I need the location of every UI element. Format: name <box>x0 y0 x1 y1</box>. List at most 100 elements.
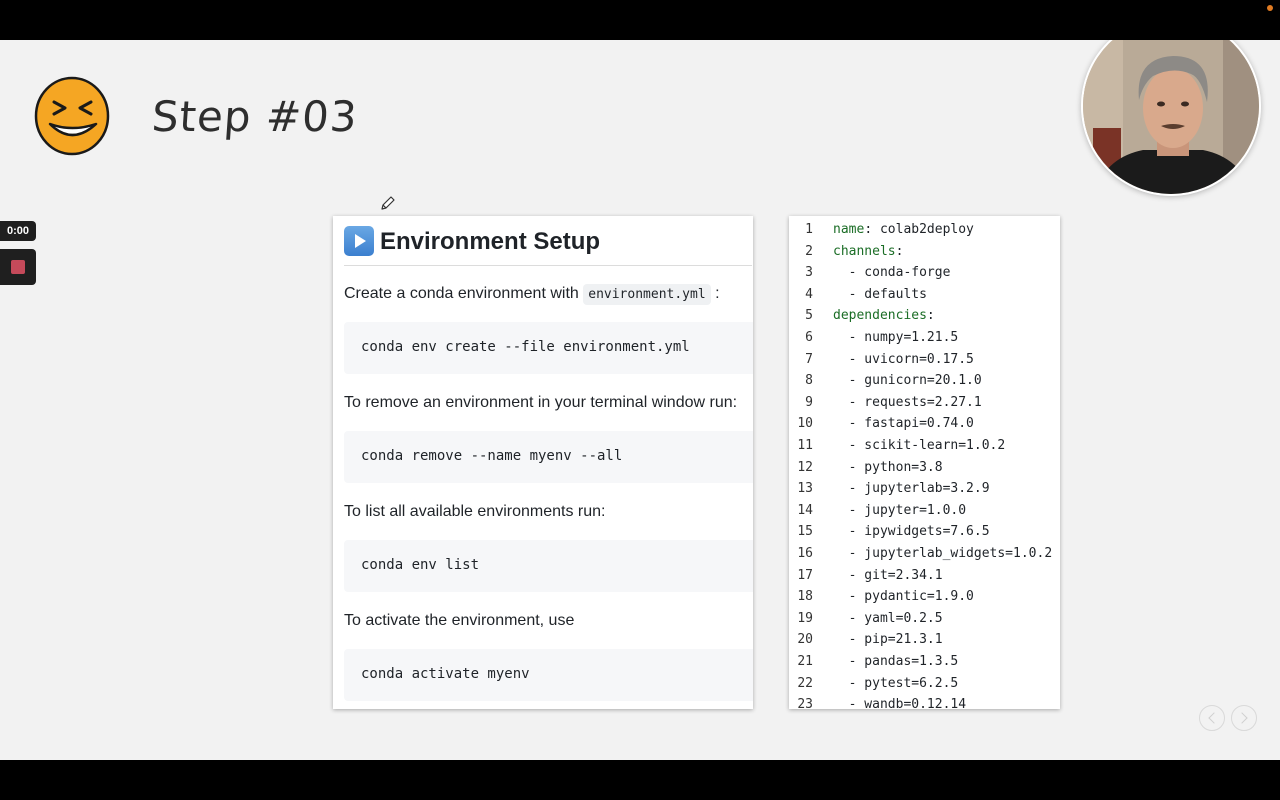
line-number: 18 <box>797 589 813 605</box>
recording-timer: 0:00 <box>0 221 36 241</box>
line-text: - git=2.34.1 <box>833 565 943 587</box>
environment-setup-card: Environment Setup Create a conda environ… <box>333 216 753 709</box>
line-text: channels: <box>833 241 903 263</box>
yaml-value: - jupyter=1.0.0 <box>833 502 967 518</box>
pencil-cursor-icon <box>381 196 395 210</box>
line-number: 10 <box>797 416 813 432</box>
yaml-value: - yaml=0.2.5 <box>833 610 943 626</box>
line-text: - pydantic=1.9.0 <box>833 586 974 608</box>
stop-record-button[interactable] <box>0 249 36 285</box>
yaml-value: - uvicorn=0.17.5 <box>833 351 974 367</box>
line-number: 19 <box>797 610 813 626</box>
bottom-bar <box>0 760 1280 800</box>
yaml-value: colab2deploy <box>879 222 974 237</box>
yaml-key: dependencies <box>833 308 927 324</box>
line-text: - pandas=1.3.5 <box>833 651 959 673</box>
code-block-remove[interactable]: conda remove --name myenv --all <box>344 431 753 483</box>
yaml-line: 13 - jupyterlab=3.2.9 <box>789 478 1060 500</box>
line-text: - jupyterlab_widgets=1.0.2 <box>833 543 1053 565</box>
yaml-value: - jupyterlab=3.2.9 <box>833 481 990 497</box>
yaml-line: 14 - jupyter=1.0.0 <box>789 500 1060 522</box>
yaml-value: - pydantic=1.9.0 <box>833 589 974 605</box>
yaml-line: 4 - defaults <box>789 284 1060 306</box>
line-number: 14 <box>797 502 813 518</box>
yaml-value: - pandas=1.3.5 <box>833 654 959 669</box>
yaml-line: 23 - wandb=0.12.14 <box>789 694 1060 709</box>
presenter-avatar <box>1083 40 1259 194</box>
line-number: 9 <box>805 394 813 410</box>
yaml-line: 15 - ipywidgets=7.6.5 <box>789 521 1060 543</box>
remove-env-text: To remove an environment in your termina… <box>344 394 738 411</box>
line-text: - defaults <box>833 284 927 306</box>
line-number: 16 <box>797 546 813 561</box>
yaml-line: 5 dependencies: <box>789 305 1060 327</box>
line-number: 12 <box>797 459 813 475</box>
environment-yml-listing: 1 name: colab2deploy 2 channels: 3 - conda-f… <box>789 216 1060 709</box>
step-title: Step #03 <box>150 92 360 141</box>
line-text: name: colab2deploy <box>833 219 974 241</box>
grinning-squinting-face-icon <box>34 76 110 156</box>
line-text: - numpy=1.21.5 <box>833 327 959 349</box>
play-button-icon <box>344 226 374 256</box>
yaml-line: 9 - requests=2.27.1 <box>789 392 1060 414</box>
line-text: - requests=2.27.1 <box>833 392 982 414</box>
line-text: - pytest=6.2.5 <box>833 673 959 695</box>
yaml-line: 20 - pip=21.3.1 <box>789 629 1060 651</box>
line-number: 7 <box>805 351 813 367</box>
line-text: - conda-forge <box>833 262 951 284</box>
line-text: dependencies: <box>833 305 935 327</box>
line-number: 23 <box>797 697 813 709</box>
yaml-line: 1 name: colab2deploy <box>789 219 1060 241</box>
code-remove: conda remove --name myenv --all <box>361 448 623 464</box>
yaml-value: - jupyterlab_widgets=1.0.2 <box>833 546 1053 561</box>
yaml-value: - defaults <box>833 286 927 302</box>
line-number: 2 <box>805 243 813 259</box>
create-env-label: Create a conda environment with <box>344 285 584 302</box>
line-text: - jupyterlab=3.2.9 <box>833 478 990 500</box>
slide-canvas: Step #03 Environment Setup Create a cond… <box>0 40 1280 760</box>
webcam-feed[interactable] <box>1081 40 1261 196</box>
line-text: - wandb=0.12.14 <box>833 694 966 709</box>
create-env-text: Create a conda environment with environm… <box>344 284 720 305</box>
activate-env-text: To activate the environment, use <box>344 612 575 629</box>
yaml-value: - wandb=0.12.14 <box>833 697 967 709</box>
yaml-value: - numpy=1.21.5 <box>833 330 959 345</box>
yaml-value: - git=2.34.1 <box>833 567 943 583</box>
yaml-value: - fastapi=0.74.0 <box>833 416 974 432</box>
code-list: conda env list <box>361 557 480 573</box>
code-block-create[interactable]: conda env create --file environment.yml <box>344 322 753 374</box>
create-env-suffix: : <box>710 285 720 302</box>
environment-yml-code: environment.yml <box>583 284 711 305</box>
stop-record-icon <box>11 260 25 274</box>
yaml-line: 3 - conda-forge <box>789 262 1060 284</box>
line-number: 17 <box>797 567 813 583</box>
yaml-separator: : <box>864 222 880 237</box>
line-text: - python=3.8 <box>833 457 943 479</box>
yaml-value: - requests=2.27.1 <box>833 394 982 410</box>
line-number: 5 <box>805 308 813 324</box>
yaml-line: 10 - fastapi=0.74.0 <box>789 413 1060 435</box>
yaml-separator: : <box>926 308 935 324</box>
line-number: 4 <box>805 286 813 302</box>
yaml-value: - ipywidgets=7.6.5 <box>833 524 990 540</box>
chevron-left-icon[interactable] <box>1199 705 1225 731</box>
chevron-right-icon[interactable] <box>1231 705 1257 731</box>
yaml-line: 7 - uvicorn=0.17.5 <box>789 349 1060 371</box>
line-number: 15 <box>797 524 813 540</box>
code-block-list[interactable]: conda env list <box>344 540 753 592</box>
yaml-separator: : <box>895 243 904 259</box>
line-number: 22 <box>797 675 813 691</box>
yaml-value: - gunicorn=20.1.0 <box>833 373 982 389</box>
line-text: - pip=21.3.1 <box>833 629 943 651</box>
code-create: conda env create --file environment.yml <box>361 339 690 355</box>
code-block-activate[interactable]: conda activate myenv <box>344 649 753 701</box>
doc-header: Environment Setup <box>344 224 752 266</box>
yaml-value: - python=3.8 <box>833 459 943 475</box>
yaml-key: name <box>833 222 865 237</box>
line-number: 21 <box>797 654 813 669</box>
yaml-line: 6 - numpy=1.21.5 <box>789 327 1060 349</box>
line-number: 20 <box>797 632 813 648</box>
doc-title: Environment Setup <box>380 228 601 255</box>
line-text: - fastapi=0.74.0 <box>833 413 974 435</box>
yaml-line: 11 - scikit-learn=1.0.2 <box>789 435 1060 457</box>
